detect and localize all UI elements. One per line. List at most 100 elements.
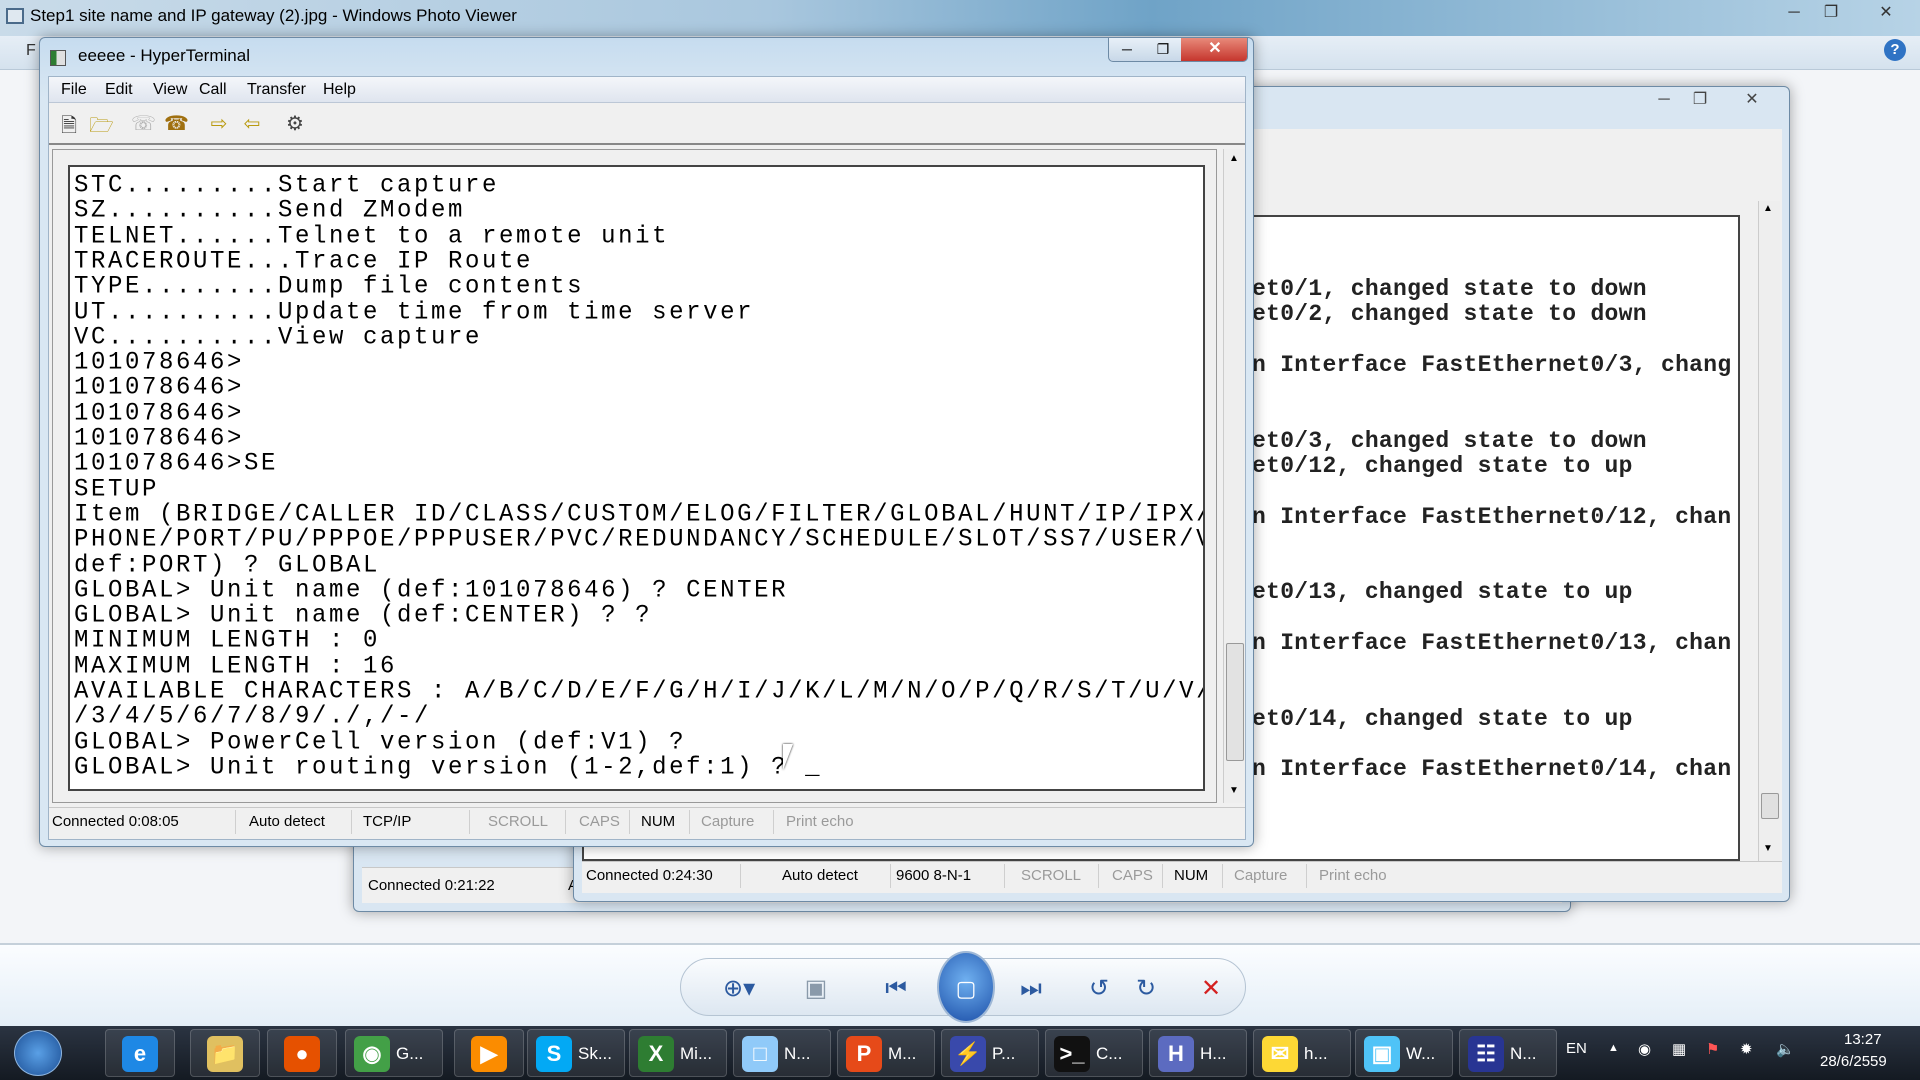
action-center-icon[interactable]: ⚑ [1706,1040,1719,1058]
next-icon[interactable]: ⏭ [1016,975,1046,1003]
terminal-line: TELNET......Telnet to a remote unit [74,221,670,251]
language-indicator[interactable]: EN [1566,1040,1587,1057]
taskbar-item-excel[interactable]: X Mi... [629,1029,727,1077]
terminal-frame: STC.........Start capture SZ..........Sen… [52,149,1217,803]
hyperterminal-window[interactable]: eeeee - HyperTerminal ─ ❐ ✕ File Edit View… [39,37,1254,847]
scroll-up-icon[interactable]: ▲ [1763,203,1773,214]
scrollbar[interactable]: ▲ ▼ [1223,149,1245,803]
zoom-icon[interactable]: ⊕▾ [723,975,755,1003]
taskbar-item-cmd[interactable]: >_ C... [1045,1029,1143,1077]
close-button[interactable]: ✕ [1181,38,1247,61]
rotate-cw-icon[interactable]: ↻ [1131,975,1161,1003]
minimize-button[interactable]: ─ [1646,89,1682,111]
taskbar-item-hyperterminal-folder[interactable]: ✉ h... [1253,1029,1351,1077]
taskbar-item-file-explorer[interactable]: 📁 [190,1029,260,1077]
scroll-indicator: SCROLL [488,813,549,830]
scrollbar[interactable]: ▲ ▼ [1758,201,1780,861]
terminal-line: et0/2, changed state to down [1252,301,1647,327]
clock-date[interactable]: 28/6/2559 [1820,1053,1887,1070]
menu-call[interactable]: Call [199,81,227,99]
taskbar-item-media-player[interactable]: ▶ [454,1029,524,1077]
disconnect-icon[interactable]: ☏ [131,111,156,135]
receive-icon[interactable]: ⇦ [240,111,264,135]
terminal-line: MINIMUM LENGTH : 0 [74,626,381,656]
start-button[interactable] [14,1030,62,1076]
status-bar: Connected 0:08:05 Auto detect TCP/IP SCR… [49,807,1245,839]
taskbar-item-skype[interactable]: S Sk... [527,1029,625,1077]
show-hidden-icons[interactable]: ▲ [1608,1042,1619,1054]
taskbar-item-notepad[interactable]: □ N... [733,1029,831,1077]
tray-icon[interactable]: ◉ [1638,1040,1651,1058]
taskbar-item-network[interactable]: ☷ N... [1459,1029,1557,1077]
maximize-button[interactable]: ❐ [1682,89,1718,111]
window-controls: ─ ❐ ✕ [1108,38,1248,62]
taskbar-item-label: C... [1096,1044,1123,1063]
taskbar-item-ie[interactable]: e [105,1029,175,1077]
taskbar-item-firefox[interactable]: ● [267,1029,337,1077]
scroll-thumb[interactable] [1761,793,1779,819]
previous-icon[interactable]: ⏮ [881,975,911,1003]
photo-viewer-controls: ⊕▾ ▣ ⏮ ▢ ⏭ ↺ ↻ ✕ [680,951,1246,1023]
close-button[interactable]: ✕ [1868,2,1904,24]
taskbar-item-label: Sk... [578,1044,613,1063]
new-icon[interactable]: 🗎 [57,111,81,137]
taskbar-item-hyperterminal[interactable]: H H... [1149,1029,1247,1077]
scroll-up-icon[interactable]: ▲ [1229,153,1239,164]
caps-indicator: CAPS [579,813,620,830]
window-title: eeeee - HyperTerminal [78,46,250,65]
open-icon[interactable]: 🗁 [89,111,114,137]
minimize-button[interactable]: ─ [1776,2,1812,24]
taskbar-item-label: N... [784,1044,811,1063]
scroll-thumb[interactable] [1226,643,1244,761]
send-icon[interactable]: ⇨ [207,111,231,135]
menubar: File Edit View Call Transfer Help [49,77,1245,103]
terminal-output[interactable]: STC.........Start capture SZ..........Sen… [68,165,1205,791]
terminal-line: GLOBAL> PowerCell version (def:V1) ? [74,727,687,757]
menu-transfer[interactable]: Transfer [247,81,306,99]
taskbar-item-label: Mi... [680,1044,713,1063]
help-icon[interactable]: ? [1884,39,1906,61]
close-button[interactable]: ✕ [1734,89,1770,111]
network-icon[interactable]: ✹ [1740,1040,1753,1058]
slideshow-icon[interactable]: ▢ [937,951,995,1023]
menu-help[interactable]: Help [323,81,356,99]
taskbar-item-powerpoint[interactable]: P M... [837,1029,935,1077]
clock-time[interactable]: 13:27 [1844,1031,1882,1048]
properties-icon[interactable]: ⚙ [283,111,307,135]
menu-view[interactable]: View [153,81,187,99]
protocol: TCP/IP [363,813,412,830]
putty-icon: ⚡ [950,1036,986,1072]
menu-edit[interactable]: Edit [105,81,133,99]
taskbar-item-photo-viewer[interactable]: ▣ W... [1355,1029,1453,1077]
taskbar-item-chrome[interactable]: ◉ G... [345,1029,443,1077]
terminal-line: SZ..........Send ZModem [74,196,466,225]
tray-icon[interactable]: ▦ [1672,1040,1686,1058]
taskbar-item-putty[interactable]: ⚡ P... [941,1029,1039,1077]
volume-icon[interactable]: 🔈 [1776,1040,1795,1058]
file-menu[interactable]: F [26,42,36,60]
terminal-line: GLOBAL> Unit name (def:101078646) ? CENT… [74,576,789,605]
cmd-icon: >_ [1054,1036,1090,1072]
terminal-line: 101078646>SE [74,449,279,478]
rotate-ccw-icon[interactable]: ↺ [1084,975,1114,1003]
delete-icon[interactable]: ✕ [1196,975,1226,1003]
chrome-icon: ◉ [354,1036,390,1072]
taskbar-item-label: M... [888,1044,917,1063]
connection-time: Connected 0:08:05 [52,813,179,830]
minimize-button[interactable]: ─ [1109,38,1145,61]
hyperterminal-folder-icon: ✉ [1262,1036,1298,1072]
photo-viewer-title: Step1 site name and IP gateway (2).jpg -… [30,6,517,25]
terminal-line: n Interface FastEthernet0/3, chang [1252,352,1732,378]
terminal-line: GLOBAL> Unit routing version (1-2,def:1)… [74,753,823,782]
maximize-button[interactable]: ❐ [1145,38,1181,61]
maximize-button[interactable]: ❐ [1813,2,1849,24]
fit-window-icon[interactable]: ▣ [801,975,831,1003]
terminal-line: 101078646> [74,373,245,403]
detect-status: Auto detect [782,867,858,884]
hyperterminal-app-icon [50,50,66,66]
dial-icon[interactable]: ☎ [164,111,189,135]
menu-file[interactable]: File [61,81,87,99]
terminal-line: 101078646> [74,348,245,377]
scroll-down-icon[interactable]: ▼ [1229,785,1239,796]
scroll-down-icon[interactable]: ▼ [1763,843,1773,854]
